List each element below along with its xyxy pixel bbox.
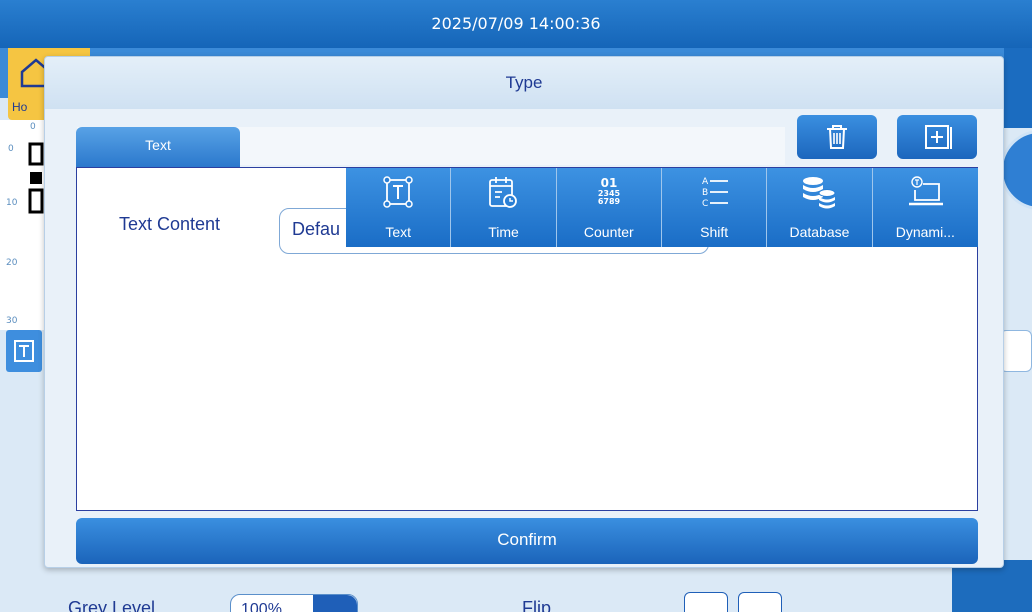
counter-digits-icon: 01 2345 6789	[598, 176, 621, 206]
text-frame-icon	[383, 176, 413, 208]
counter-icon-digits: 6789	[598, 197, 621, 206]
type-option-dynamic[interactable]: Dynami...	[872, 168, 978, 247]
ruler-number: 0	[30, 122, 36, 132]
background-text-tool-icon[interactable]	[6, 330, 42, 372]
ruler-number: 10	[6, 198, 18, 208]
chevron-down-icon	[313, 595, 357, 612]
dialog-title: Type	[45, 57, 1003, 109]
home-label: Ho	[12, 100, 28, 114]
type-dropdown-menu: Text Time 01 2345 6789 Counter A B C Shi…	[346, 168, 978, 247]
datetime: 2025/07/09 14:00:36	[431, 14, 601, 33]
delete-button[interactable]	[797, 115, 877, 159]
type-option-label: Counter	[583, 224, 634, 240]
database-icon	[803, 177, 836, 209]
trash-icon	[827, 125, 847, 149]
grey-level-value: 100%	[241, 601, 282, 612]
status-bar: 2025/07/09 14:00:36	[0, 0, 1032, 48]
flip-horizontal-button[interactable]	[738, 592, 782, 612]
type-dialog: Type Text Text Content Defau Text Time 0…	[44, 56, 1004, 568]
confirm-button[interactable]: Confirm	[76, 518, 978, 564]
shift-icon-letter: C	[702, 199, 708, 209]
content-panel: Text Content Defau Text Time 01 2345 678…	[76, 167, 978, 511]
dynamic-laptop-icon	[909, 176, 944, 206]
type-option-time[interactable]: Time	[451, 168, 557, 247]
type-option-counter[interactable]: 01 2345 6789 Counter	[556, 168, 662, 247]
flip-label: Flip	[522, 598, 552, 612]
background-right-arrow-button[interactable]	[1004, 48, 1032, 128]
flip-vertical-button[interactable]	[684, 592, 728, 612]
grey-level-label: Grey Level	[68, 598, 156, 612]
shift-icon-letter: A	[702, 177, 709, 187]
background-right-round-button[interactable]	[1000, 130, 1032, 210]
type-option-label: Time	[488, 224, 519, 240]
tab-text[interactable]: Text	[76, 127, 240, 167]
background-ruler: 0 0 10 20 30	[0, 120, 46, 330]
type-option-label: Shift	[700, 224, 729, 240]
text-content-value: Defau	[292, 219, 341, 239]
type-option-label: Text	[385, 224, 411, 240]
shift-list-icon: A B C	[702, 177, 729, 209]
background-right-field[interactable]	[1000, 330, 1032, 372]
text-content-label: Text Content	[119, 214, 221, 234]
add-square-icon	[925, 125, 952, 149]
calendar-clock-icon	[489, 177, 518, 208]
shift-icon-letter: B	[702, 188, 708, 198]
ruler-number: 20	[6, 258, 18, 268]
add-button[interactable]	[897, 115, 977, 159]
grey-level-dropdown[interactable]: 100%	[230, 594, 358, 612]
ruler-number: 30	[6, 316, 18, 326]
type-option-text[interactable]: Text	[346, 168, 452, 247]
type-option-label: Database	[789, 224, 850, 240]
ruler-number: 0	[8, 144, 14, 154]
type-option-label: Dynami...	[895, 224, 955, 240]
type-option-shift[interactable]: A B C Shift	[661, 168, 768, 247]
qr-code-fragment-icon	[28, 142, 44, 214]
counter-icon-digits: 01	[600, 176, 617, 190]
type-option-database[interactable]: Database	[767, 168, 873, 247]
